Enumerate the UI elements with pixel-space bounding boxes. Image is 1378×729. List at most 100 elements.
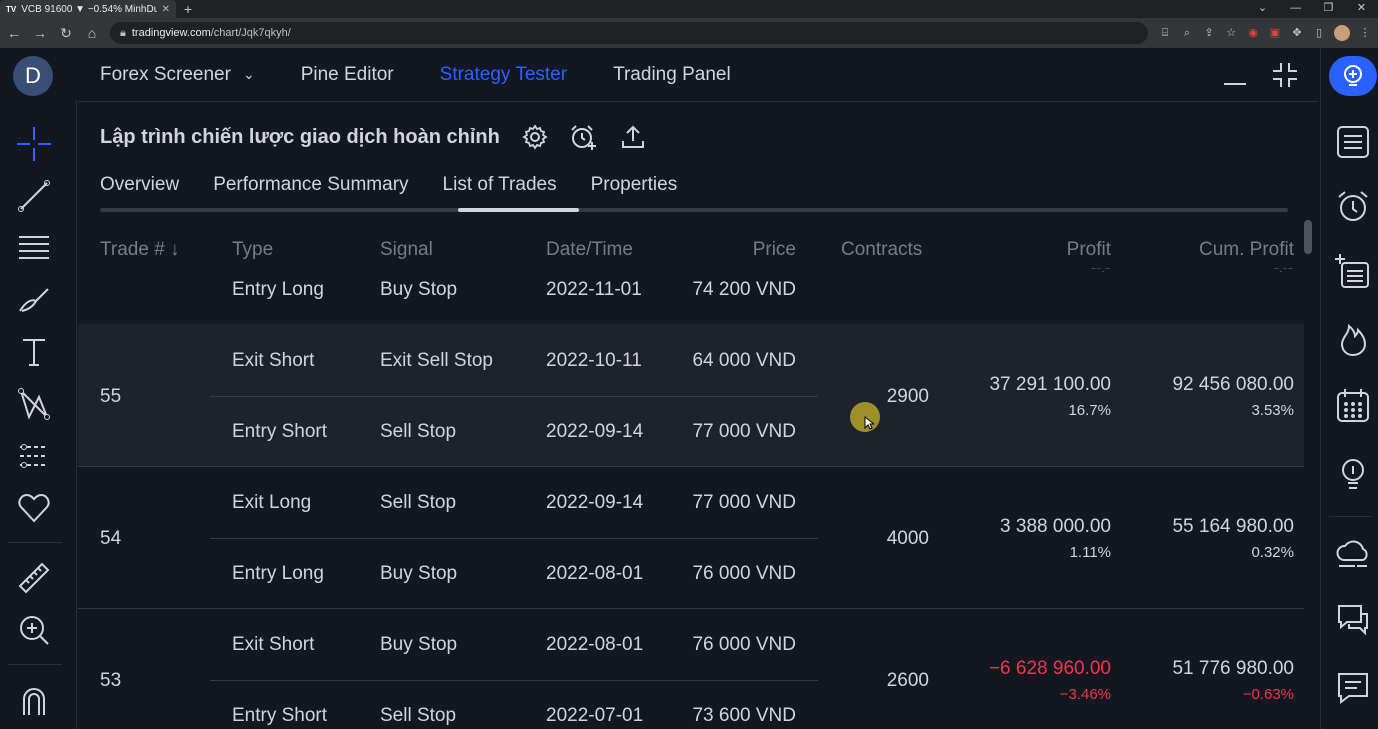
user-avatar[interactable]: D	[13, 56, 53, 96]
restore-icon[interactable]: ❐	[1312, 0, 1345, 18]
cell-date: 2022-08-01	[546, 634, 644, 655]
messages-icon[interactable]	[1333, 668, 1373, 708]
ruler-icon[interactable]	[14, 558, 54, 598]
magnet-icon[interactable]	[14, 680, 54, 720]
extension-red-icon[interactable]: ▣	[1268, 26, 1282, 40]
crosshair-icon[interactable]	[14, 124, 54, 164]
brush-icon[interactable]	[14, 280, 54, 320]
sidebar-icon[interactable]: ▯	[1312, 26, 1326, 40]
cell-date: 2022-08-01	[546, 563, 644, 584]
tab-label: Forex Screener	[100, 63, 231, 85]
export-icon[interactable]	[620, 124, 646, 150]
cell-cum-profit-percent: 3.53%	[1251, 402, 1294, 419]
star-icon[interactable]: ☆	[1224, 26, 1238, 40]
add-alert-icon[interactable]	[570, 124, 598, 150]
add-list-icon[interactable]	[1333, 252, 1373, 292]
extension-icon[interactable]: ◉	[1246, 26, 1260, 40]
close-window-icon[interactable]: ✕	[1345, 0, 1378, 18]
cell-trade-number: 55	[100, 386, 122, 407]
cell-date: 2022-07-01	[546, 705, 644, 726]
cell-signal: Exit Sell Stop	[380, 350, 493, 371]
forward-icon[interactable]: →	[32, 25, 48, 41]
lightbulb-icon[interactable]	[1333, 454, 1373, 494]
home-icon[interactable]: ⌂	[84, 25, 100, 41]
alarm-clock-icon[interactable]	[1333, 186, 1373, 226]
url-field[interactable]: 🔒︎ tradingview.com/chart/Jqk7qkyh/	[110, 22, 1148, 44]
strategy-tabs: Overview Performance Summary List of Tra…	[100, 174, 677, 196]
cell-profit: 3 388 000.00	[1000, 516, 1111, 537]
cell-cum-profit: 51 776 980.00	[1172, 658, 1294, 679]
minimize-icon[interactable]: —	[1279, 0, 1312, 18]
cell-profit: 37 291 100.00	[989, 374, 1111, 395]
pattern-icon[interactable]	[14, 384, 54, 424]
cell-signal: Buy Stop	[380, 634, 458, 655]
cell-trade-number: 54	[100, 528, 122, 549]
cell-profit-percent: −3.46%	[1059, 686, 1111, 703]
tab-forex-screener[interactable]: Forex Screener ⌄	[100, 64, 255, 86]
header-trade-number[interactable]: Trade # ↓	[100, 239, 180, 261]
cell-type: Exit Short	[232, 350, 315, 371]
tab-properties[interactable]: Properties	[591, 174, 678, 196]
close-icon[interactable]: ✕	[162, 4, 170, 15]
cell-signal: Sell Stop	[380, 492, 457, 513]
tab-performance-summary[interactable]: Performance Summary	[213, 174, 408, 196]
chevron-down-icon[interactable]: ⌄	[1246, 0, 1279, 18]
back-icon[interactable]: ←	[6, 25, 22, 41]
gear-icon[interactable]	[522, 124, 548, 150]
cell-price: 73 600 VND	[692, 705, 796, 726]
header-contracts[interactable]: Contracts	[841, 239, 922, 261]
heart-icon[interactable]	[14, 488, 54, 528]
watchlist-icon[interactable]	[1333, 122, 1373, 162]
cell-cum-profit-percent: 0.32%	[1251, 544, 1294, 561]
streams-cloud-icon[interactable]	[1333, 534, 1373, 574]
calendar-icon[interactable]	[1333, 386, 1373, 426]
translate-icon[interactable]: ⌸	[1158, 26, 1172, 40]
header-type[interactable]: Type	[232, 239, 273, 261]
cell-type: Entry Short	[232, 421, 328, 442]
tab-scroll-track	[100, 208, 1288, 212]
cell-trade-number: 53	[100, 670, 122, 691]
text-tool-icon[interactable]	[14, 332, 54, 372]
strategy-tester-panel: Lập trình chiến lược giao dịch hoàn chỉn…	[78, 102, 1318, 729]
tab-strategy-tester[interactable]: Strategy Tester	[440, 64, 567, 86]
chevron-down-icon[interactable]: ⌄	[243, 66, 255, 83]
menu-dots-icon[interactable]: ⋮	[1358, 26, 1372, 40]
reload-icon[interactable]: ↻	[58, 25, 74, 42]
hotlist-fire-icon[interactable]	[1333, 320, 1373, 360]
tab-overview[interactable]: Overview	[100, 174, 179, 196]
prediction-icon[interactable]	[14, 436, 54, 476]
inner-divider	[210, 538, 818, 539]
zoom-in-icon[interactable]	[14, 610, 54, 650]
bottom-panel-header: Forex Screener ⌄ Pine Editor Strategy Te…	[78, 48, 1318, 102]
new-tab-icon[interactable]: +	[176, 1, 200, 17]
chat-icon[interactable]	[1333, 600, 1373, 640]
profile-avatar[interactable]	[1334, 25, 1350, 41]
tab-trading-panel[interactable]: Trading Panel	[613, 64, 731, 86]
cell-date: 2022-10-11	[546, 350, 642, 371]
browser-toolbar-icons: ⌸ ⌕ ⇪ ☆ ◉ ▣ ✥ ▯ ⋮	[1158, 25, 1372, 41]
fib-lines-icon[interactable]	[14, 228, 54, 268]
minimize-panel-icon[interactable]	[1222, 62, 1248, 88]
browser-tab[interactable]: TV VCB 91600 ▼ −0.54% MinhDung ✕	[0, 0, 176, 18]
cell-signal: Buy Stop	[380, 279, 458, 300]
address-bar: ← → ↻ ⌂ 🔒︎ tradingview.com/chart/Jqk7qky…	[0, 18, 1378, 48]
header-profit[interactable]: Profit	[1067, 239, 1111, 261]
header-signal[interactable]: Signal	[380, 239, 433, 261]
share-icon[interactable]: ⇪	[1202, 26, 1216, 40]
active-tab-indicator	[458, 208, 579, 212]
tab-list-of-trades[interactable]: List of Trades	[443, 174, 557, 196]
inner-divider	[210, 396, 818, 397]
puzzle-icon[interactable]: ✥	[1290, 26, 1304, 40]
ideas-button[interactable]	[1329, 56, 1377, 96]
mouse-pointer-icon	[864, 416, 874, 430]
header-date-time[interactable]: Date/Time	[546, 239, 633, 261]
collapse-icon[interactable]	[1272, 62, 1298, 88]
zoom-icon[interactable]: ⌕	[1180, 26, 1194, 40]
table-scrollbar[interactable]	[1304, 220, 1312, 254]
cell-type: Exit Long	[232, 492, 312, 513]
header-price[interactable]: Price	[753, 239, 796, 261]
panel-window-controls	[1222, 62, 1298, 88]
header-cum-profit[interactable]: Cum. Profit	[1199, 239, 1294, 261]
tab-pine-editor[interactable]: Pine Editor	[301, 64, 394, 86]
trend-line-icon[interactable]	[14, 176, 54, 216]
